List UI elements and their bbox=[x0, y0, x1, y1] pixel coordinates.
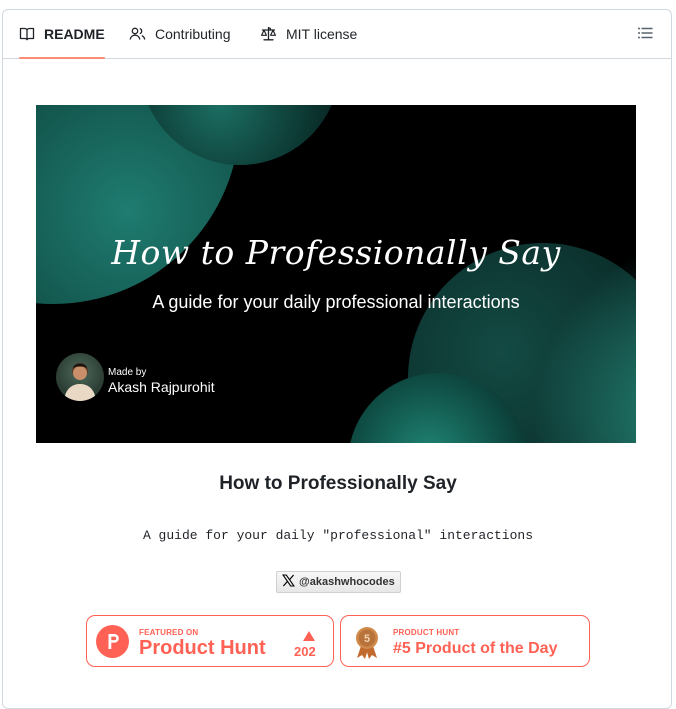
readme-tagline: A guide for your daily "professional" in… bbox=[142, 528, 534, 543]
x-logo-icon bbox=[281, 574, 296, 590]
featured-on-label: FEATURED ON bbox=[139, 628, 199, 637]
readme-heading: How to Professionally Say bbox=[219, 473, 457, 494]
twitter-handle: @akashwhocodes bbox=[299, 576, 395, 588]
medal-icon: 5 bbox=[355, 626, 379, 660]
tab-mit-license[interactable]: MIT license bbox=[260, 10, 357, 58]
tab-label: Contributing bbox=[155, 26, 231, 42]
table-of-contents-button[interactable] bbox=[637, 25, 655, 43]
product-of-the-day-badge[interactable]: 5 PRODUCT HUNT #5 Product of the Day bbox=[340, 615, 590, 667]
product-hunt-label: Product Hunt bbox=[139, 637, 266, 659]
upvote-count: 202 bbox=[294, 644, 316, 659]
product-hunt-featured-badge[interactable]: FEATURED ON Product Hunt 202 bbox=[86, 615, 334, 667]
people-icon bbox=[129, 26, 146, 42]
tab-readme[interactable]: README bbox=[19, 10, 105, 59]
readme-banner-image: How to Professionally Say A guide for yo… bbox=[36, 105, 636, 443]
product-hunt-small-label: PRODUCT HUNT bbox=[393, 628, 460, 637]
scale-icon bbox=[260, 26, 277, 42]
tab-label: README bbox=[44, 26, 105, 42]
tab-contributing[interactable]: Contributing bbox=[129, 10, 231, 58]
product-hunt-logo-icon bbox=[96, 625, 129, 658]
active-tab-indicator bbox=[19, 57, 105, 59]
made-by-label: Made by bbox=[108, 367, 147, 378]
banner-subtitle: A guide for your daily professional inte… bbox=[152, 292, 520, 312]
banner-title: How to Professionally Say bbox=[111, 233, 561, 272]
author-name: Akash Rajpurohit bbox=[108, 379, 215, 395]
medal-rank: 5 bbox=[364, 633, 370, 645]
product-of-the-day-label: #5 Product of the Day bbox=[393, 640, 558, 657]
readme-tabs: README Contributing MIT license bbox=[3, 10, 671, 59]
author-avatar bbox=[56, 353, 104, 401]
book-icon bbox=[19, 26, 35, 42]
tab-label: MIT license bbox=[286, 26, 358, 42]
twitter-follow-badge[interactable]: @akashwhocodes bbox=[276, 571, 401, 593]
list-icon bbox=[637, 27, 653, 45]
